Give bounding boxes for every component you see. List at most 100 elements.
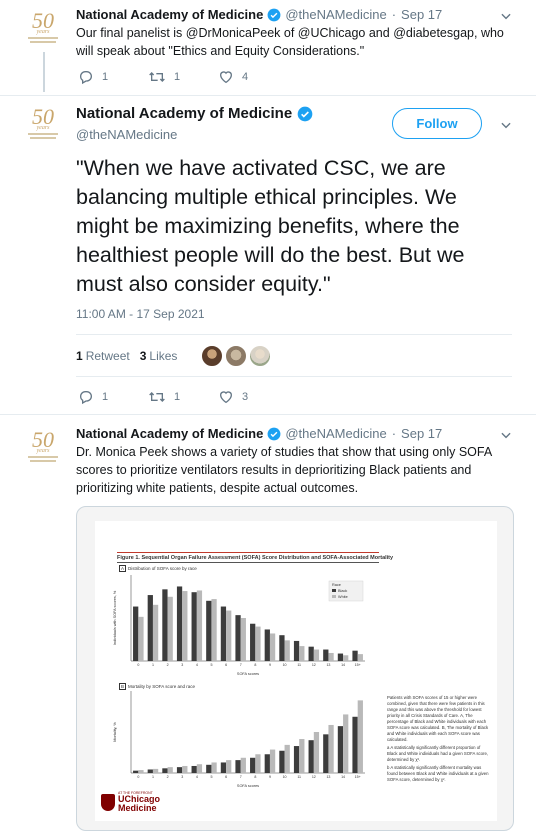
author-name-row: National Academy of Medicine [76, 105, 317, 122]
bar-white [357, 654, 363, 661]
liker-avatar[interactable] [225, 345, 248, 367]
logo-caption [30, 137, 56, 139]
x-tick-label: 6 [225, 775, 227, 779]
x-tick-label: 9 [269, 775, 271, 779]
figure-title: Figure 1. Sequential Organ Failure Asses… [117, 555, 394, 561]
bar-black [220, 606, 227, 661]
x-tick-label: 4 [196, 663, 198, 667]
like-stat-count: 3 [139, 349, 147, 363]
bar-black [191, 765, 197, 773]
like-button[interactable]: 3 [218, 389, 288, 405]
bar-white [255, 754, 261, 773]
author-name[interactable]: National Academy of Medicine [76, 426, 263, 441]
bar-white [196, 590, 203, 661]
bar-black [323, 734, 329, 773]
bar-black [162, 589, 168, 661]
x-tick-label: 7 [240, 663, 242, 667]
legend-label-white: White [338, 595, 348, 599]
x-tick-label: 15+ [355, 663, 361, 667]
bar-black [337, 653, 344, 661]
bar-white [343, 714, 349, 773]
uchicago-medicine-logo: AT THE FOREFRONT UChicago Medicine [101, 791, 160, 813]
logo-caption [28, 37, 58, 39]
retweet-count: 1 [174, 391, 181, 403]
retweet-button[interactable]: 1 [148, 69, 218, 85]
bar-black [235, 760, 241, 773]
figure-note-b: b A statistically significantly differen… [387, 765, 489, 782]
author-name[interactable]: National Academy of Medicine [76, 105, 292, 122]
logo-caption [30, 460, 56, 462]
figure-note-main: Patients with SOFA scores of 15 or highe… [387, 695, 489, 742]
tweet-text: Our final panelist is @DrMonicaPeek of @… [76, 24, 516, 60]
tweet-media-image[interactable]: Figure 1. Sequential Organ Failure Asses… [76, 506, 514, 831]
bar-black [147, 769, 153, 773]
like-stat[interactable]: 3 Likes [140, 349, 178, 363]
liker-avatar[interactable] [201, 345, 224, 367]
bar-black [293, 640, 300, 661]
bar-white [226, 760, 232, 773]
bar-white [269, 749, 276, 773]
reply-button[interactable]: 1 [78, 389, 148, 405]
x-tick-label: 2 [167, 663, 169, 667]
shield-icon [101, 793, 115, 811]
bar-black [352, 716, 358, 773]
bar-black [133, 606, 139, 661]
like-button[interactable]: 4 [218, 69, 288, 85]
tweet-text-line: "When we have activated CSC, we are [76, 156, 446, 180]
bar-black [176, 767, 183, 773]
bar-white [284, 744, 290, 773]
author-handle[interactable]: @theNAMedicine [285, 7, 386, 22]
bar-black [264, 754, 270, 773]
logo-fifty: 50 [32, 8, 54, 33]
bar-white [211, 599, 217, 661]
tweet-text: Dr. Monica Peek shows a variety of studi… [76, 443, 516, 497]
x-tick-label: 2 [167, 775, 169, 779]
legend-title: Race [332, 583, 341, 587]
bar-white [299, 646, 305, 661]
tweet-1[interactable]: 50 years National Academy of Medicine @t… [0, 0, 536, 96]
bar-black [250, 757, 256, 773]
author-handle[interactable]: @theNAMedicine [285, 426, 386, 441]
retweet-button[interactable]: 1 [148, 389, 218, 405]
x-axis-label: SOFA scores [237, 672, 259, 676]
reply-button[interactable]: 1 [78, 69, 148, 85]
avatar[interactable]: 50 years [22, 102, 64, 144]
x-tick-label: 3 [181, 775, 183, 779]
retweet-stat-label: Retweet [85, 349, 130, 363]
sofa-mortality-chart: 0 1 2 3 4 5 6 7 8 9 10 11 12 13 14 15+SOFA scoresMortal… [113, 691, 365, 788]
x-tick-label: 12 [312, 663, 316, 667]
tweet-text-line: scores to prioritize ventilators results… [76, 463, 472, 477]
bar-white [357, 700, 363, 773]
x-tick-label: 0 [137, 663, 139, 667]
chevron-down-icon[interactable] [499, 118, 513, 132]
x-tick-label: 14 [341, 775, 345, 779]
bar-white [226, 610, 232, 661]
author-handle[interactable]: @theNAMedicine [76, 127, 177, 142]
author-name[interactable]: National Academy of Medicine [76, 7, 263, 22]
follow-button[interactable]: Follow [392, 108, 482, 139]
liker-avatar[interactable] [249, 345, 272, 367]
tweet-time[interactable]: Sep 17 [401, 426, 442, 441]
logo-years: years [36, 29, 50, 35]
x-tick-label: 11 [297, 663, 301, 667]
bar-white [138, 770, 144, 773]
engagement-stats: 1 Retweet 3 Likes [76, 345, 273, 367]
retweet-stat[interactable]: 1 Retweet [76, 349, 130, 363]
chevron-down-icon[interactable] [499, 428, 513, 442]
bar-white [313, 732, 320, 773]
separator-dot: · [391, 426, 397, 441]
bar-white [313, 649, 320, 661]
legend-swatch-white [332, 595, 336, 598]
x-tick-label: 8 [254, 663, 256, 667]
bar-black [220, 762, 227, 773]
logo-caption [28, 133, 58, 135]
tweet-time[interactable]: Sep 17 [401, 7, 442, 22]
bar-white [269, 633, 276, 661]
x-tick-label: 0 [137, 775, 139, 779]
reply-count: 1 [102, 71, 109, 83]
avatar[interactable]: 50 years [22, 6, 64, 48]
tweet-timestamp[interactable]: 11:00 AM - 17 Sep 2021 [76, 307, 205, 321]
tweet-text-line: Our final panelist is @DrMonicaPeek of @… [76, 26, 504, 40]
avatar[interactable]: 50 years [22, 425, 64, 467]
chevron-down-icon[interactable] [499, 9, 513, 23]
